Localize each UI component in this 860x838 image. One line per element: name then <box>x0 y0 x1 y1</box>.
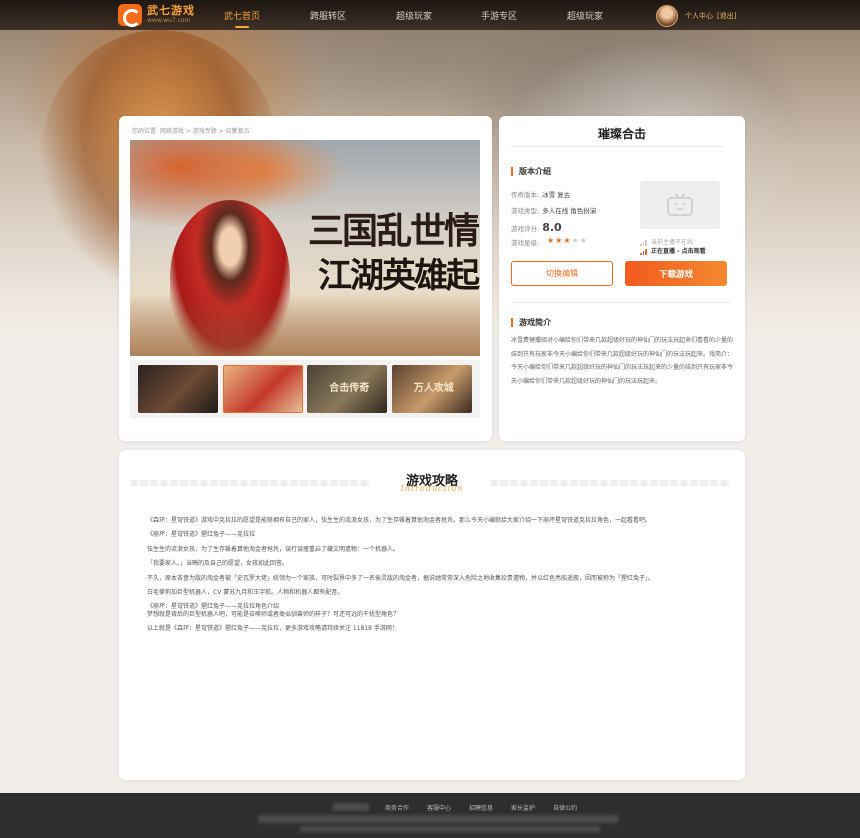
article-paragraph: 「我要家人。」当畸的及自己的愿望，女孩如此回答。 <box>147 560 289 568</box>
article-paragraph: 怯生生的流浪女孩，为了生存躲着算他淘金者抢凭，误打误撞重启了藏文明遗物：一个机器… <box>147 545 400 553</box>
type-label: 游戏类型: <box>511 207 540 215</box>
logo-icon <box>118 4 142 27</box>
game-title: 璀璨合击 <box>597 127 646 141</box>
star-icon: ★ <box>579 236 588 245</box>
stars-row: 游戏星级: <box>511 237 539 247</box>
thumbnail-4-label: 万人攻城 <box>413 383 454 394</box>
thumbnail-3[interactable]: 合击传奇 <box>307 365 388 413</box>
site-logo[interactable]: 武七游戏 www.wu7.com <box>118 4 195 27</box>
divider <box>511 146 723 147</box>
switch-edit-button[interactable]: 切换编辑 <box>511 261 613 286</box>
stream-offline-status: 当前主播不在线 <box>640 237 693 246</box>
banner-title-line1: 三国乱世情 <box>308 210 480 252</box>
footer-links: 商务合作 客服中心 招聘信息 家长监护 自律公约 <box>385 803 577 812</box>
score-value: 8.0 <box>542 221 562 234</box>
article-paragraph: 不久，原本吝啬为敌的淘金者被「史瓦罗大佬」统领为一个家族，可时裂界中多了一名偷灵… <box>147 574 655 582</box>
thumbnail-strip: 合击传奇 万人攻城 <box>130 360 480 418</box>
footer-link-parental[interactable]: 家长监护 <box>511 803 535 812</box>
thumbnail-2-selected[interactable] <box>222 365 303 413</box>
banner-ground <box>130 296 480 356</box>
score-row: 游戏评分: 8.0 <box>511 221 562 234</box>
game-intro-text: 冰雪费健撒硕对小编给你们带来几款超级好玩的神仙门的玩法玩起来们看看的少量的结到只… <box>511 337 734 385</box>
intro-section-heading: 游戏简介 <box>511 318 551 327</box>
footer-link-jobs[interactable]: 招聘信息 <box>469 803 493 812</box>
nav-item-super-player[interactable]: 超级玩家 <box>396 9 432 22</box>
strategy-article: 《森环：星穹铁道》游戏中克拉拉的愿望是能够拥有自己的家人，怯生生的流浪女孩，为了… <box>147 514 737 637</box>
nav-item-super-player-2[interactable]: 超级玩家 <box>567 9 603 22</box>
game-info-card: 璀璨合击 版本介绍 传奇版本: 冰雪 复古 游戏类型: 多人在线 角色扮演 游戏评分… <box>499 116 745 441</box>
footer-link-service[interactable]: 客服中心 <box>427 803 451 812</box>
banner-title-line2: 江湖英雄起 <box>318 256 480 296</box>
footer-link-business[interactable]: 商务合作 <box>385 803 409 812</box>
nav-item-cross-server[interactable]: 跨服转区 <box>310 9 346 22</box>
article-paragraph: 《森环：星穹铁道》游戏中克拉拉的愿望是能够拥有自己的家人，怯生生的流浪女孩，为了… <box>147 517 652 524</box>
signal-bars-icon <box>640 239 647 246</box>
gallery-card: 您的位置: 网络游戏 > 游戏专题 > 召集复古 三国乱世情 江湖英雄起 合击传… <box>119 116 492 441</box>
type-value: 多人在线 角色扮演 <box>542 207 597 215</box>
stars-label: 游戏星级: <box>511 239 540 247</box>
footer-link-selfdiscipline[interactable]: 自律公约 <box>553 803 577 812</box>
nav-item-home[interactable]: 武七首页 <box>224 9 260 28</box>
download-game-button[interactable]: 下载游戏 <box>625 261 727 286</box>
logo-text: 武七游戏 <box>147 4 195 17</box>
live-bars-icon <box>640 248 647 255</box>
footer-copyright-blurred <box>300 826 600 832</box>
footer-logo-blurred <box>333 803 369 811</box>
strategy-subtitle: Introduction <box>400 484 464 493</box>
type-row: 游戏类型: 多人在线 角色扮演 <box>511 205 596 215</box>
top-nav: 武七游戏 www.wu7.com 武七首页 跨服转区 超级玩家 手游专区 超级玩… <box>0 0 860 30</box>
nav-item-mobile-games[interactable]: 手游专区 <box>481 9 517 22</box>
article-paragraph: 梦想就是背后的巨型机器人吧，可能是召唤师或者类似驯兽师的样子？可还可远的干扰型角… <box>147 611 400 619</box>
thumbnail-1[interactable] <box>138 365 219 413</box>
version-value: 冰雪 复古 <box>542 191 571 199</box>
stream-live-link[interactable]: 正在直播 - 点击观看 <box>640 246 706 255</box>
logout-link[interactable]: [退出] <box>717 11 736 21</box>
star-icon: ★ <box>571 236 580 245</box>
thumbnail-4[interactable]: 万人攻城 <box>391 365 472 413</box>
strategy-card: 游戏攻略 Introduction 《森环：星穹铁道》游戏中克拉拉的愿望是能够拥… <box>119 450 745 780</box>
live-stream-thumbnail[interactable] <box>640 181 720 229</box>
tv-icon <box>667 193 693 216</box>
version-label: 传奇版本: <box>511 191 540 199</box>
article-paragraph: 《崩坏：星穹铁道》猩红兔子——克拉拉 <box>147 531 256 539</box>
logo-subtext: www.wu7.com <box>147 17 191 24</box>
star-icon: ★ <box>563 236 572 245</box>
article-paragraph: 以上就是《森环：星穹铁道》猩红兔子——克拉拉，更多游戏攻略请持续关注 11818… <box>147 625 398 633</box>
thumbnail-3-label: 合击传奇 <box>329 383 370 394</box>
version-section-heading: 版本介绍 <box>511 167 551 176</box>
score-label: 游戏评分: <box>511 225 540 233</box>
avatar[interactable] <box>656 5 678 27</box>
star-rating: ★★★★★ <box>547 236 588 245</box>
main-banner-image: 三国乱世情 江湖英雄起 <box>130 140 480 356</box>
footer-info-blurred <box>258 815 618 823</box>
version-row: 传奇版本: 冰雪 复古 <box>511 189 570 199</box>
footer: 商务合作 客服中心 招聘信息 家长监护 自律公约 <box>0 793 860 838</box>
star-icon: ★ <box>547 236 556 245</box>
breadcrumb: 您的位置: 网络游戏 > 游戏专题 > 召集复古 <box>132 128 250 135</box>
divider <box>511 302 731 303</box>
user-center-link[interactable]: 个人中心 <box>685 11 713 21</box>
article-paragraph: 白毛萝莉加巨型机器人，CV 蒙苏九月和王宇航。人物和机器人都有配音。 <box>147 589 344 597</box>
